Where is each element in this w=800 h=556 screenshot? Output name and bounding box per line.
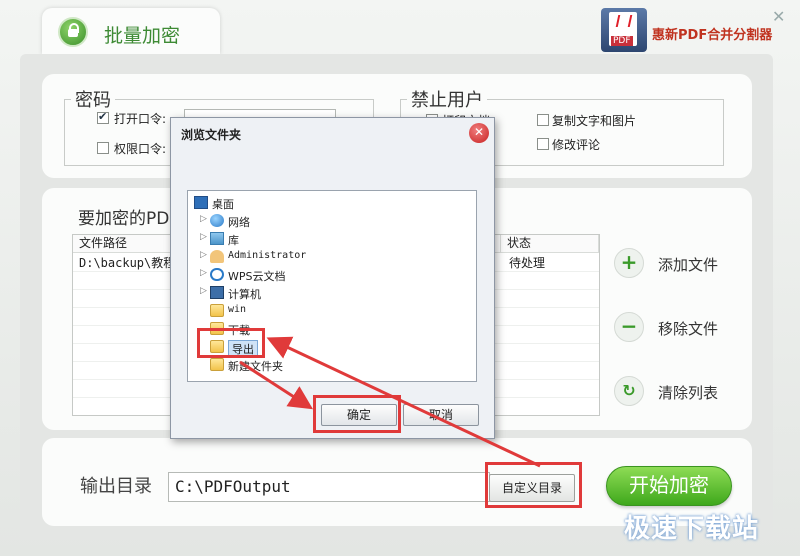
password-legend: 密码 <box>75 90 111 111</box>
browse-folder-dialog: 浏览文件夹 ✕ 桌面 ▷ 网络 ▷ 库 ▷ Administrator ▷ WP… <box>170 117 495 439</box>
computer-icon <box>210 286 224 299</box>
start-encrypt-button[interactable]: 开始加密 <box>606 466 732 506</box>
tree-node-administrator[interactable]: ▷ Administrator <box>200 249 470 266</box>
clear-list-label: 清除列表 <box>658 384 719 402</box>
edit-comment-label: 修改评论 <box>552 138 601 152</box>
remove-file-label: 移除文件 <box>658 320 719 338</box>
restrict-legend: 禁止用户 <box>411 90 483 111</box>
logo-text: PDF <box>611 36 633 46</box>
tree-node-wps-cloud[interactable]: ▷ WPS云文档 <box>200 267 470 284</box>
app-title: 批量加密 <box>104 25 181 47</box>
dialog-title: 浏览文件夹 <box>181 128 242 142</box>
output-dir-input[interactable]: C:\PDFOutput <box>168 472 490 502</box>
brand-name: 惠新PDF合并分割器 <box>652 28 773 43</box>
tree-node-network[interactable]: ▷ 网络 <box>200 213 470 230</box>
ok-button-highlight <box>313 395 401 433</box>
tree-node-label: 桌面 <box>212 198 234 211</box>
expand-arrow-icon[interactable]: ▷ <box>200 268 207 278</box>
tree-node-label: Administrator <box>228 250 307 261</box>
desktop-icon <box>194 196 208 209</box>
add-file-button[interactable]: + 添加文件 <box>614 248 734 282</box>
permission-password-checkbox[interactable] <box>97 142 109 154</box>
folder-icon <box>210 358 224 371</box>
refresh-icon: ↻ <box>614 376 644 406</box>
tree-node-label: WPS云文档 <box>228 270 286 283</box>
user-folder-icon <box>210 250 224 263</box>
expand-arrow-icon[interactable]: ▷ <box>200 250 207 260</box>
lock-icon <box>58 17 88 47</box>
pdf-logo-icon: PDF <box>601 8 647 52</box>
open-password-checkbox[interactable] <box>97 110 109 124</box>
copy-label: 复制文字和图片 <box>552 114 637 128</box>
tree-node-label: 网络 <box>228 216 250 229</box>
clear-list-button[interactable]: ↻ 清除列表 <box>614 376 734 410</box>
plus-icon: + <box>614 248 644 278</box>
tree-node-new-folder[interactable]: 新建文件夹 <box>200 357 470 374</box>
tree-node-library[interactable]: ▷ 库 <box>200 231 470 248</box>
tree-node-label: 计算机 <box>228 288 261 301</box>
custom-dir-highlight <box>485 462 582 508</box>
tree-node-win[interactable]: win <box>200 303 470 320</box>
copy-checkbox[interactable] <box>537 114 549 126</box>
cloud-icon <box>210 268 224 281</box>
tree-node-desktop[interactable]: 桌面 <box>190 195 470 212</box>
close-icon[interactable]: ✕ <box>469 123 489 143</box>
tree-node-label: 库 <box>228 234 239 247</box>
column-header-status[interactable]: 状态 <box>501 235 599 253</box>
permission-password-label: 权限口令: <box>114 142 167 156</box>
expand-arrow-icon[interactable]: ▷ <box>200 214 207 224</box>
watermark-text: 极速下载站 <box>624 514 760 544</box>
folder-icon <box>210 304 224 317</box>
export-folder-highlight <box>197 328 265 358</box>
expand-arrow-icon[interactable]: ▷ <box>200 286 207 296</box>
close-icon[interactable]: ✕ <box>772 7 785 26</box>
tree-node-computer[interactable]: ▷ 计算机 <box>200 285 470 302</box>
network-icon <box>210 214 224 227</box>
tree-node-label: 新建文件夹 <box>228 360 283 373</box>
expand-arrow-icon[interactable]: ▷ <box>200 232 207 242</box>
output-dir-label: 输出目录 <box>80 476 152 497</box>
edit-comment-checkbox[interactable] <box>537 138 549 150</box>
remove-file-button[interactable]: − 移除文件 <box>614 312 734 346</box>
minus-icon: − <box>614 312 644 342</box>
library-icon <box>210 232 224 245</box>
tree-node-label: win <box>228 304 247 315</box>
open-password-label: 打开口令: <box>114 112 167 126</box>
cancel-button[interactable]: 取消 <box>403 404 479 426</box>
file-status-cell[interactable]: 待处理 <box>509 254 545 271</box>
title-tab: 批量加密 <box>42 8 220 54</box>
add-file-label: 添加文件 <box>658 256 719 274</box>
